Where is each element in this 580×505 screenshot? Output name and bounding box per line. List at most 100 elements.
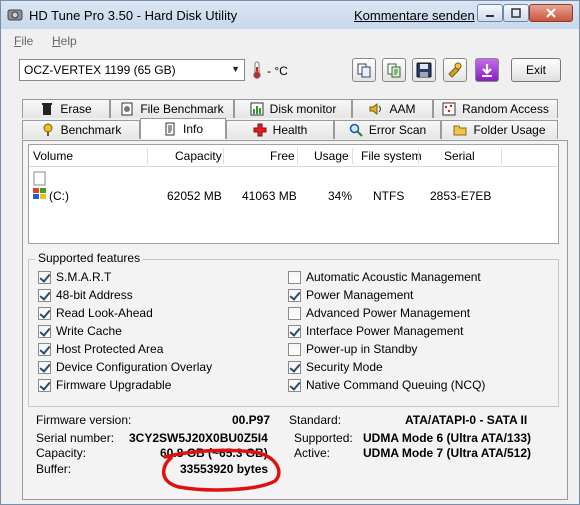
- volume-list[interactable]: Volume Capacity Free Usage File system S…: [28, 144, 559, 244]
- disk-monitor-icon: [250, 102, 264, 116]
- feature-checkbox[interactable]: [288, 342, 301, 356]
- tab-random-access-label: Random Access: [462, 102, 549, 116]
- tab-erase[interactable]: Erase: [22, 99, 110, 118]
- close-button[interactable]: [529, 4, 573, 22]
- trash-icon: [40, 102, 54, 116]
- download-button[interactable]: [475, 58, 499, 82]
- tab-file-benchmark[interactable]: File Benchmark: [110, 99, 234, 118]
- menu-file[interactable]: File: [14, 34, 33, 48]
- feature-left-4[interactable]: Host Protected Area: [38, 341, 163, 357]
- speaker-icon: [369, 102, 383, 116]
- feature-label: Automatic Acoustic Management: [306, 270, 481, 284]
- feature-left-6[interactable]: Firmware Upgradable: [38, 377, 171, 393]
- copy-info-button[interactable]: [352, 58, 376, 82]
- feature-right-6[interactable]: Native Command Queuing (NCQ): [288, 377, 485, 393]
- temperature-readout: - °C: [267, 64, 288, 78]
- tab-health[interactable]: Health: [226, 120, 334, 139]
- health-cross-icon: [253, 123, 267, 137]
- feature-checkbox[interactable]: [288, 306, 301, 320]
- save-button[interactable]: [412, 58, 436, 82]
- feature-label: Power-up in Standby: [306, 342, 418, 356]
- firmware-value: 00.P97: [232, 413, 271, 427]
- feature-checkbox[interactable]: [38, 324, 51, 338]
- col-file-system[interactable]: File system: [361, 149, 422, 163]
- title-bar[interactable]: HD Tune Pro 3.50 - Hard Disk Utility Kom…: [1, 1, 579, 29]
- feature-left-1[interactable]: 48-bit Address: [38, 287, 133, 303]
- feature-left-0[interactable]: S.M.A.R.T: [38, 269, 111, 285]
- active-label: Active:: [294, 446, 331, 460]
- feature-checkbox[interactable]: [38, 360, 51, 374]
- standard-value: ATA/ATAPI-0 - SATA II: [405, 413, 528, 427]
- feature-checkbox[interactable]: [288, 324, 301, 338]
- feature-checkbox[interactable]: [38, 342, 51, 356]
- tab-folder-usage[interactable]: Folder Usage: [441, 120, 558, 139]
- drive-select-value: OCZ-VERTEX 1199 (65 GB): [24, 63, 176, 77]
- feature-label: 48-bit Address: [56, 288, 133, 302]
- feature-right-4[interactable]: Power-up in Standby: [288, 341, 417, 357]
- feature-right-1[interactable]: Power Management: [288, 287, 413, 303]
- feature-checkbox[interactable]: [38, 378, 51, 392]
- feature-left-2[interactable]: Read Look-Ahead: [38, 305, 153, 321]
- volume-capacity: 62052 MB: [167, 189, 222, 203]
- feature-left-3[interactable]: Write Cache: [38, 323, 122, 339]
- feature-checkbox[interactable]: [288, 270, 301, 284]
- tab-info[interactable]: Info: [140, 118, 226, 139]
- tab-aam-label: AAM: [389, 102, 416, 116]
- feature-label: Device Configuration Overlay: [56, 360, 213, 374]
- standard-label: Standard:: [289, 413, 342, 427]
- tab-info-label: Info: [182, 122, 203, 136]
- feature-checkbox[interactable]: [288, 288, 301, 302]
- volume-list-header: Volume Capacity Free Usage File system S…: [29, 145, 558, 167]
- feature-right-0[interactable]: Automatic Acoustic Management: [288, 269, 481, 285]
- copy-text-icon: [387, 63, 401, 78]
- minimize-button[interactable]: [477, 4, 503, 22]
- firmware-label: Firmware version:: [36, 413, 132, 427]
- volume-name: (C:): [49, 189, 69, 203]
- feature-label: Interface Power Management: [306, 324, 464, 338]
- feature-label: Host Protected Area: [56, 342, 164, 356]
- feature-checkbox[interactable]: [38, 270, 51, 284]
- exit-button[interactable]: Exit: [511, 58, 561, 82]
- buffer-value: 33553920 bytes: [180, 462, 269, 476]
- feature-label: Power Management: [306, 288, 414, 302]
- col-serial[interactable]: Serial: [444, 149, 475, 163]
- save-icon: [416, 62, 432, 78]
- volume-serial: 2853-E7EB: [430, 189, 492, 203]
- feature-checkbox[interactable]: [38, 306, 51, 320]
- feature-right-5[interactable]: Security Mode: [288, 359, 383, 375]
- tab-error-scan-label: Error Scan: [368, 123, 427, 137]
- serial-label: Serial number:: [36, 431, 115, 445]
- volume-file-system: NTFS: [373, 189, 405, 203]
- app-window: HD Tune Pro 3.50 - Hard Disk Utility Kom…: [0, 0, 580, 505]
- tab-disk-monitor[interactable]: Disk monitor: [234, 99, 352, 118]
- col-capacity[interactable]: Capacity: [175, 149, 222, 163]
- tab-error-scan[interactable]: Error Scan: [334, 120, 441, 139]
- tab-random-access[interactable]: Random Access: [433, 99, 558, 118]
- window-title: HD Tune Pro 3.50 - Hard Disk Utility: [29, 8, 238, 23]
- tab-benchmark[interactable]: Benchmark: [22, 120, 140, 139]
- menu-bar: File Help: [1, 31, 579, 51]
- feature-right-2[interactable]: Advanced Power Management: [288, 305, 470, 321]
- feature-label: Native Command Queuing (NCQ): [306, 378, 486, 392]
- feature-checkbox[interactable]: [38, 288, 51, 302]
- feature-right-3[interactable]: Interface Power Management: [288, 323, 463, 339]
- col-free[interactable]: Free: [270, 149, 295, 163]
- supported-value: UDMA Mode 6 (Ultra ATA/133): [363, 431, 532, 445]
- magnifier-icon: [349, 123, 363, 137]
- tab-aam[interactable]: AAM: [352, 99, 433, 118]
- feature-checkbox[interactable]: [288, 378, 301, 392]
- tab-file-benchmark-label: File Benchmark: [140, 102, 224, 116]
- thermometer-icon: [253, 61, 261, 79]
- supported-features-title: Supported features: [35, 251, 144, 265]
- feature-checkbox[interactable]: [288, 360, 301, 374]
- drive-select[interactable]: OCZ-VERTEX 1199 (65 GB) ▼: [19, 59, 245, 81]
- buffer-label: Buffer:: [36, 462, 72, 476]
- options-button[interactable]: [443, 58, 467, 82]
- send-comments-link[interactable]: Kommentare senden: [354, 8, 475, 23]
- maximize-button[interactable]: [503, 4, 529, 22]
- menu-help[interactable]: Help: [52, 34, 77, 48]
- feature-left-5[interactable]: Device Configuration Overlay: [38, 359, 212, 375]
- col-usage[interactable]: Usage: [314, 149, 349, 163]
- col-volume[interactable]: Volume: [33, 149, 73, 163]
- copy-text-button[interactable]: [382, 58, 406, 82]
